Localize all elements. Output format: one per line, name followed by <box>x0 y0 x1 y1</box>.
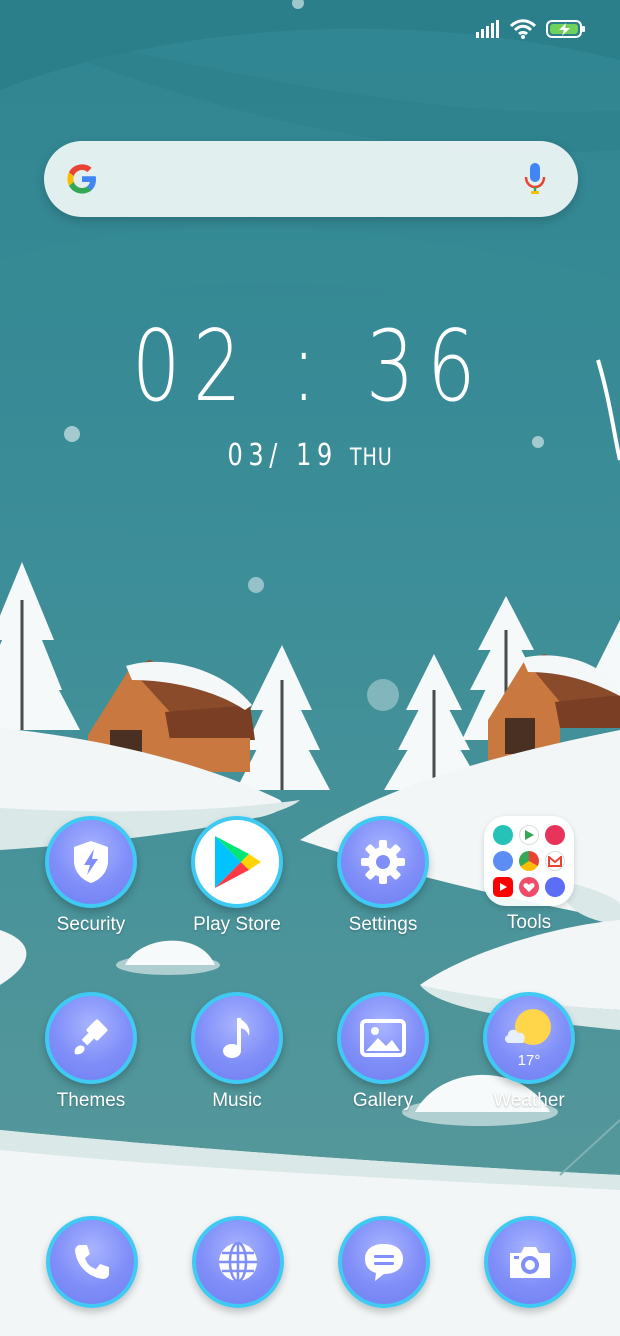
play-store-icon <box>191 816 283 908</box>
chrome-mini-icon <box>519 851 539 871</box>
app-label: Themes <box>56 1090 126 1111</box>
gmail-mini-icon <box>545 851 565 871</box>
heart-mini-icon <box>519 877 539 897</box>
app-folder-tools[interactable]: Tools <box>456 816 602 934</box>
image-icon <box>337 992 429 1084</box>
app-label: Play Store <box>193 914 281 935</box>
status-bar <box>476 14 586 44</box>
app-themes[interactable]: Themes <box>18 992 164 1112</box>
youtube-mini-icon <box>493 877 513 897</box>
chat-bubble-icon <box>338 1216 430 1308</box>
music-note-icon <box>191 992 283 1084</box>
dock-camera[interactable] <box>484 1216 576 1308</box>
globe-icon <box>192 1216 284 1308</box>
paintbrush-icon <box>45 992 137 1084</box>
app-play-store[interactable]: Play Store <box>164 816 310 936</box>
dock-messages[interactable] <box>338 1216 430 1308</box>
folder-icon <box>484 816 574 906</box>
google-search-bar[interactable] <box>44 141 578 217</box>
dock-phone[interactable] <box>46 1216 138 1308</box>
scanner-mini-icon <box>493 825 513 845</box>
video-mini-icon <box>545 877 565 897</box>
dock-browser[interactable] <box>192 1216 284 1308</box>
camera-icon <box>484 1216 576 1308</box>
app-label: Security <box>56 914 126 935</box>
app-label: Music <box>212 1090 262 1111</box>
weather-temperature: 17° <box>517 1052 541 1069</box>
sun-cloud-icon: 17° <box>483 992 575 1084</box>
date-text: 03/ 19 <box>227 438 338 473</box>
app-settings[interactable]: Settings <box>310 816 456 936</box>
microphone-icon[interactable] <box>524 162 546 201</box>
app-label: Tools <box>506 912 552 933</box>
play-mini-icon <box>519 825 539 845</box>
app-label: Weather <box>493 1090 565 1111</box>
weekday-text: THU <box>349 443 393 471</box>
app-gallery[interactable]: Gallery <box>310 992 456 1112</box>
flag-mini-icon <box>545 825 565 845</box>
app-music[interactable]: Music <box>164 992 310 1112</box>
signal-bars-icon <box>476 20 500 38</box>
app-security[interactable]: Security <box>18 816 164 936</box>
battery-charging-icon <box>546 19 586 39</box>
app-weather[interactable]: 17° Weather <box>456 992 602 1112</box>
app-label: Settings <box>348 914 418 935</box>
clock-time[interactable]: 02 : 36 <box>68 318 552 416</box>
app-label: Gallery <box>352 1090 414 1111</box>
google-g-logo <box>64 161 100 202</box>
gear-icon <box>337 816 429 908</box>
wifi-icon <box>510 19 536 39</box>
shield-bolt-icon <box>45 816 137 908</box>
contacts-mini-icon <box>493 851 513 871</box>
phone-icon <box>46 1216 138 1308</box>
clock-date[interactable]: 03/ 19 THU <box>62 438 558 473</box>
